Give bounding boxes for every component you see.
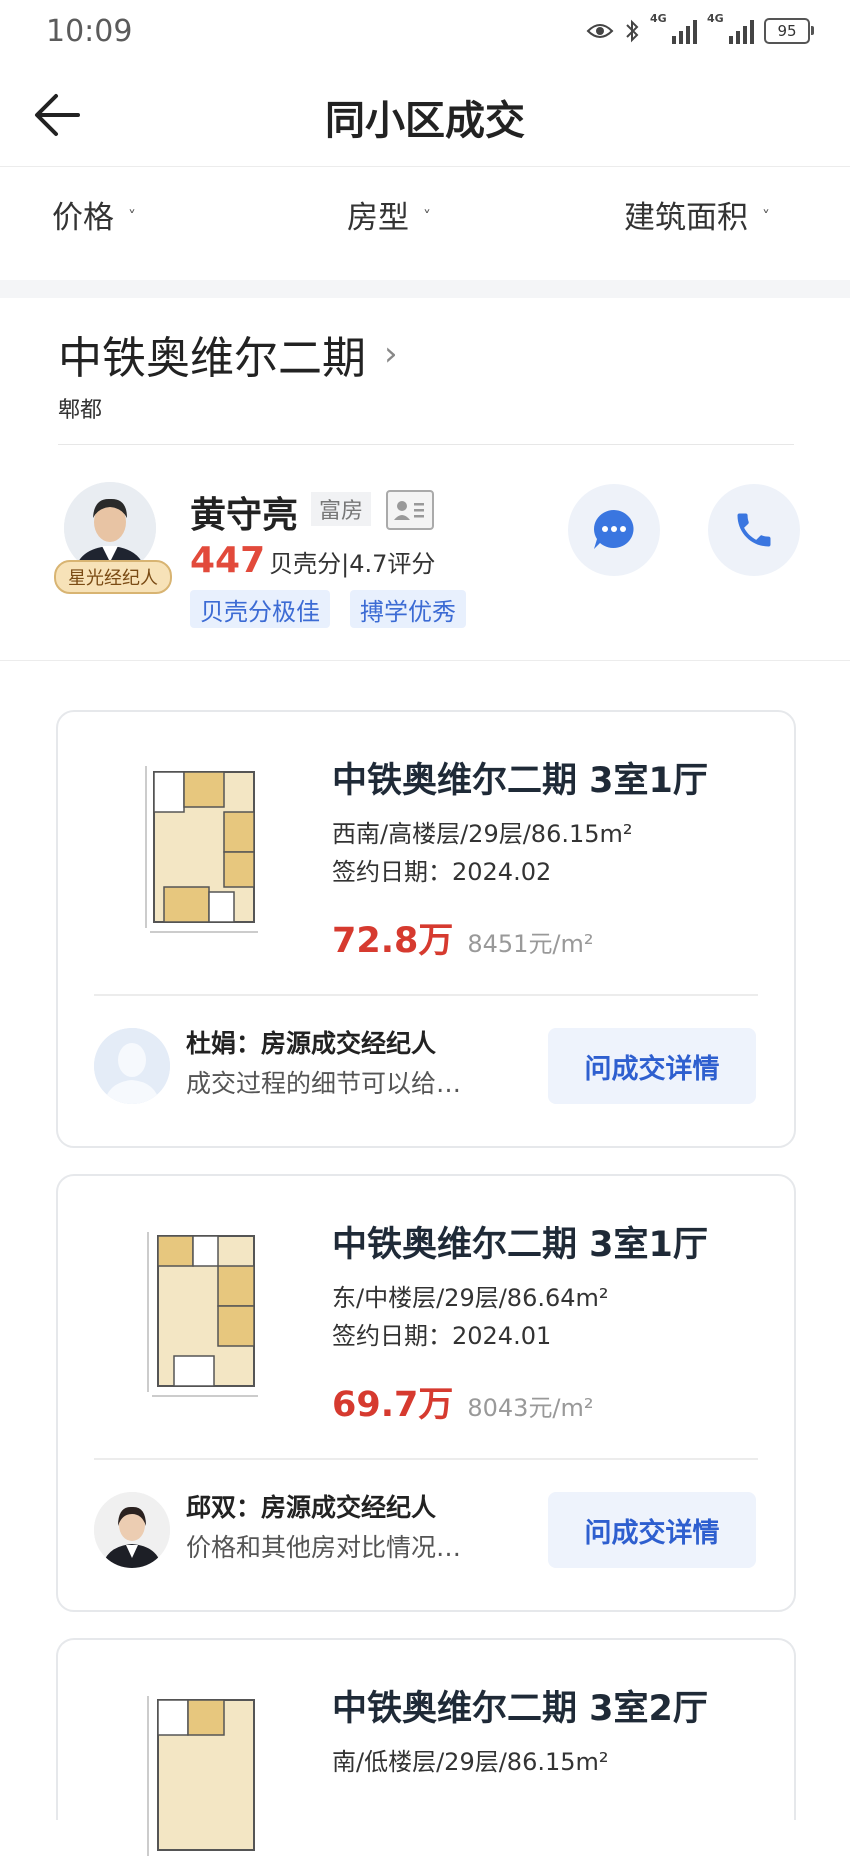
agent-chip-score: 贝壳分极佳 [190,590,330,628]
page-title: 同小区成交 [325,98,525,144]
listing-title: 中铁奥维尔二期 3室2厅 [332,1689,708,1729]
phone-icon [737,513,771,547]
chevron-down-icon: ˅ [128,207,136,226]
agent-avatar [94,1492,170,1568]
agent-score-number: 447 [190,540,266,581]
agent-role: 邱双：房源成交经纪人 [186,1493,437,1522]
chevron-down-icon: ˅ [762,207,770,226]
filter-price-label: 价格 [52,200,114,236]
card-divider [94,1458,758,1460]
agent-divider [0,660,850,661]
signal-icon: 4G [650,12,697,44]
network-label-2: 4G [707,12,724,25]
star-agent-badge: 星光经纪人 [54,560,172,594]
agent-score-text: 贝壳分|4.7评分 [269,550,436,578]
person-placeholder-icon [94,1028,170,1104]
chat-bubble-icon [594,510,634,549]
eye-icon [586,24,614,38]
person-photo-icon [94,1492,170,1568]
ask-deal-details-button[interactable]: 问成交详情 [548,1492,756,1568]
agent-desc: 成交过程的细节可以给… [186,1069,462,1098]
agent-desc: 价格和其他房对比情况… [186,1533,462,1562]
listing-price: 72.8万 [332,921,454,961]
agent-tag: 富房 [311,492,372,526]
community-name: 中铁奥维尔二期 [58,333,366,384]
agent-name: 黄守亮 [190,495,299,536]
community-district: 郫都 [58,398,103,423]
listing-price: 69.7万 [332,1385,454,1425]
status-time: 10:09 [46,14,133,49]
listing-date: 签约日期：2024.01 [332,1322,552,1350]
header-divider [0,166,850,167]
listing-card[interactable]: 中铁奥维尔二期 3室2厅 南/低楼层/29层/86.15m² [56,1638,796,1868]
filter-layout[interactable]: 房型 ˅ [347,192,431,237]
listing-date: 签约日期：2024.02 [332,858,552,886]
id-card-icon[interactable] [386,490,434,530]
listing-title: 中铁奥维尔二期 3室1厅 [332,761,708,801]
listing-info: 南/低楼层/29层/86.15m² [332,1748,609,1776]
call-button[interactable] [708,484,800,576]
chevron-right-icon: › [384,334,398,374]
community-title-link[interactable]: 中铁奥维尔二期 › [58,322,398,386]
floorplan-thumbnail [138,1682,270,1868]
agent-score: 447 贝壳分|4.7评分 [190,540,435,581]
listing-info: 西南/高楼层/29层/86.15m² [332,820,633,848]
floorplan-thumbnail [138,754,270,940]
filter-price[interactable]: 价格 ˅ [52,192,136,237]
chevron-down-icon: ˅ [423,207,431,226]
listing-info: 东/中楼层/29层/86.64m² [332,1284,609,1312]
ask-deal-details-button[interactable]: 问成交详情 [548,1028,756,1104]
filter-area[interactable]: 建筑面积 ˅ [624,192,770,237]
listing-price-row: 69.7万 8043元/m² [332,1376,594,1427]
listing-card[interactable]: 中铁奥维尔二期 3室1厅 西南/高楼层/29层/86.15m² 签约日期：202… [56,710,796,1148]
filter-layout-label: 房型 [347,200,409,236]
listing-title: 中铁奥维尔二期 3室1厅 [332,1225,708,1265]
network-label: 4G [650,12,667,25]
signal-icon-2: 4G [707,12,754,44]
section-gap [0,280,850,298]
listing-unit-price: 8451元/m² [467,930,594,958]
filter-area-label: 建筑面积 [624,200,748,236]
community-divider [58,444,794,445]
battery-icon: 95 [764,18,814,44]
bluetooth-icon [626,19,639,43]
agent-role: 杜娟：房源成交经纪人 [186,1029,437,1058]
agent-avatar-placeholder [94,1028,170,1104]
card-divider [94,994,758,996]
floorplan-thumbnail [138,1218,270,1404]
listing-price-row: 72.8万 8451元/m² [332,912,594,963]
listing-unit-price: 8043元/m² [467,1394,594,1422]
listing-card[interactable]: 中铁奥维尔二期 3室1厅 东/中楼层/29层/86.64m² 签约日期：2024… [56,1174,796,1612]
chat-button[interactable] [568,484,660,576]
status-icons: 4G 4G 95 [586,12,814,48]
agent-chip-study: 搏学优秀 [350,590,466,628]
